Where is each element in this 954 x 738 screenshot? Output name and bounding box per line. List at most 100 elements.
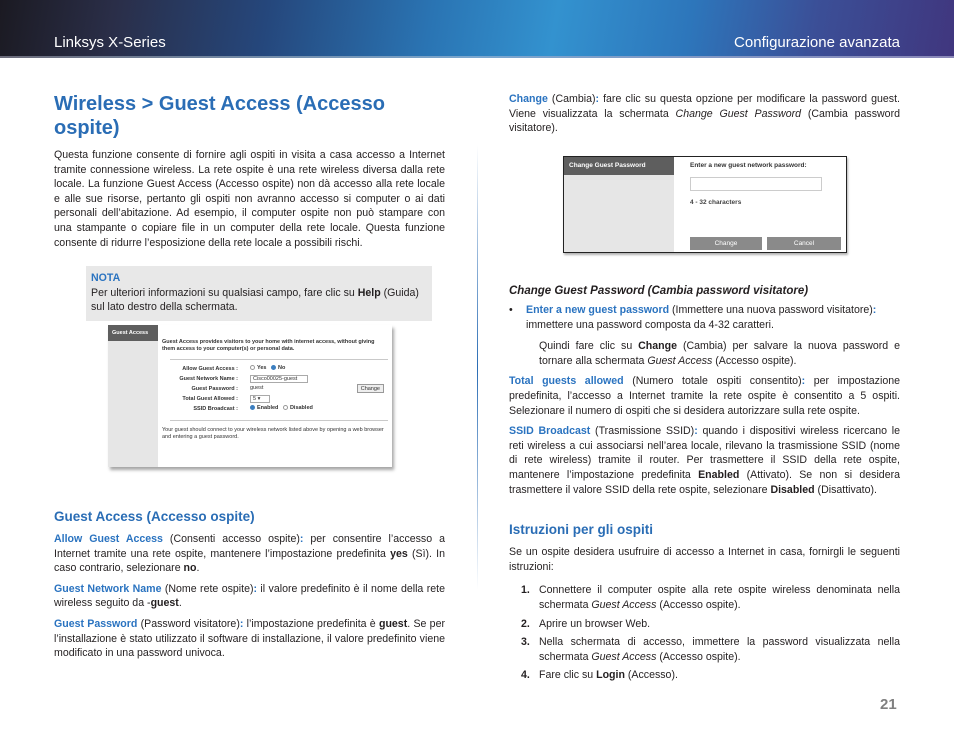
bold: no bbox=[183, 562, 197, 575]
guest-password-value: guest bbox=[250, 385, 264, 391]
text: . bbox=[196, 562, 200, 575]
paren: (Trasmissione SSID) bbox=[590, 425, 695, 438]
intro-paragraph: Questa funzione consente di fornire agli… bbox=[54, 149, 445, 249]
step-number: 1. bbox=[521, 584, 530, 597]
total-guest-label: Total Guest Allowed : bbox=[182, 396, 238, 402]
item-ssid-broadcast: SSID Broadcast (Trasmissione SSID): quan… bbox=[509, 424, 900, 497]
term: Guest Network Name bbox=[54, 582, 162, 595]
total-guest-select: 5 ▾ bbox=[250, 395, 270, 403]
password-length-hint: 4 - 32 characters bbox=[690, 199, 742, 206]
italic: Change Guest Password bbox=[675, 107, 802, 120]
screenshot-change-button: Change bbox=[690, 237, 762, 250]
term: Allow Guest Access bbox=[54, 533, 163, 545]
total-guest-value: 5 bbox=[253, 396, 257, 402]
screenshot-tab-change-guest-password: Change Guest Password bbox=[564, 157, 674, 175]
allow-guest-access-label: Allow Guest Access : bbox=[182, 366, 238, 372]
separator bbox=[170, 359, 388, 360]
paren: (Cambia) bbox=[547, 93, 596, 105]
guest-network-name-row: Guest Network Name : Cisco00025-guest bbox=[162, 374, 388, 384]
subsection-title-change-password: Change Guest Password (Cambia password v… bbox=[509, 285, 809, 297]
instructions-list: 1. Connettere il computer ospite alla ret… bbox=[509, 583, 900, 683]
section-title-instructions: Istruzioni per gli ospiti bbox=[509, 522, 654, 538]
text: (Disattivato). bbox=[814, 483, 877, 496]
step-number: 2. bbox=[521, 617, 530, 630]
ssid-broadcast-label: SSID Broadcast : bbox=[193, 406, 238, 412]
radio-yes bbox=[250, 365, 255, 371]
separator bbox=[170, 420, 388, 421]
paren: (Password visitatore) bbox=[137, 617, 240, 630]
list-item: 3. Nella schermata di accesso, immettere … bbox=[509, 635, 900, 664]
screenshot-footer: Your guest should connect to your wirele… bbox=[162, 427, 384, 440]
section-title-guest-access: Guest Access (Accesso ospite) bbox=[54, 509, 255, 524]
allow-guest-access-options: Yes No bbox=[250, 365, 285, 371]
page-title: Wireless > Guest Access (Accesso ospite) bbox=[54, 93, 385, 139]
text: (Accesso ospite). bbox=[656, 598, 741, 611]
guest-network-name-field-wrap: Cisco00025-guest bbox=[250, 375, 308, 383]
italic: Guest Access bbox=[591, 598, 657, 611]
item-guest-network-name: Guest Network Name (Nome rete ospite): i… bbox=[54, 582, 445, 611]
screenshot-tab-guest-access: Guest Access bbox=[108, 325, 158, 341]
change-guest-password-screenshot: Change Guest Password Enter a new guest … bbox=[563, 156, 847, 253]
new-password-input bbox=[690, 177, 822, 191]
paren: (Numero totale ospiti consentito) bbox=[623, 375, 802, 388]
bullet-enter-password: Enter a new guest password (Immettere un… bbox=[509, 303, 900, 332]
term: Enter a new guest password bbox=[526, 304, 670, 316]
bold: Enabled bbox=[698, 468, 740, 481]
item-allow-guest-access: Allow Guest Access (Consenti accesso osp… bbox=[54, 532, 445, 576]
radio-disabled-label: Disabled bbox=[289, 405, 313, 411]
product-series-title: Linksys X-Series bbox=[54, 34, 166, 51]
screenshot-cancel-button: Cancel bbox=[767, 237, 841, 250]
page-header: Linksys X-Series Configurazione avanzata bbox=[0, 0, 954, 58]
bold: Change bbox=[638, 340, 678, 353]
ssid-broadcast-row: SSID Broadcast : Enabled Disabled bbox=[162, 404, 388, 414]
text: . bbox=[178, 597, 182, 610]
bold: Disabled bbox=[770, 483, 815, 496]
new-password-label: Enter a new guest network password: bbox=[690, 162, 807, 169]
text: Fare clic su bbox=[539, 669, 597, 682]
guest-network-name-field: Cisco00025-guest bbox=[250, 375, 308, 383]
list-item: 1. Connettere il computer ospite alla ret… bbox=[509, 583, 900, 612]
text: l’impostazione predefinita è bbox=[243, 617, 379, 630]
instructions-intro: Se un ospite desidera usufruire di acces… bbox=[509, 546, 900, 573]
screenshot-content: Guest Access provides visitors to your h… bbox=[162, 339, 388, 441]
italic: Guest Access bbox=[591, 650, 657, 663]
change-password-button: Change bbox=[356, 384, 384, 393]
term: SSID Broadcast bbox=[509, 425, 591, 438]
colon: : bbox=[872, 304, 877, 316]
paren: (Nome rete ospite) bbox=[161, 582, 254, 595]
text: (Accesso ospite). bbox=[712, 354, 797, 367]
allow-guest-access-row: Allow Guest Access : Yes No bbox=[162, 364, 388, 374]
text: (Accesso). bbox=[624, 669, 678, 682]
ssid-broadcast-options: Enabled Disabled bbox=[250, 405, 313, 411]
total-guest-select-wrap: 5 ▾ bbox=[250, 395, 270, 403]
change-password-section: Change Guest Password (Cambia password v… bbox=[509, 283, 900, 687]
radio-disabled bbox=[282, 405, 288, 411]
term: Total guests allowed bbox=[509, 375, 624, 388]
chevron-down-icon: ▾ bbox=[257, 396, 261, 402]
note-help-bold: Help bbox=[357, 286, 381, 299]
chapter-title: Configurazione avanzata bbox=[734, 34, 900, 51]
right-column: Change (Cambia): fare clic su questa opz… bbox=[509, 92, 900, 136]
radio-no-selected bbox=[271, 365, 277, 371]
bold: guest bbox=[378, 617, 408, 630]
text: Aprire un browser Web. bbox=[539, 617, 651, 630]
total-guest-row: Total Guest Allowed : 5 ▾ bbox=[162, 394, 388, 404]
item-guest-password: Guest Password (Password visitatore): l’… bbox=[54, 617, 445, 661]
note-box: NOTA Per ulteriori informazioni su quals… bbox=[86, 266, 432, 321]
note-text-before: Per ulteriori informazioni su qualsiasi … bbox=[91, 286, 358, 299]
italic: Guest Access bbox=[647, 354, 713, 367]
screenshot-sidebar bbox=[108, 325, 158, 467]
paren: (Consenti accesso ospite) bbox=[162, 533, 300, 545]
radio-enabled-label: Enabled bbox=[257, 405, 279, 411]
paren: (Immettere una nuova password visitatore… bbox=[669, 304, 873, 316]
step-number: 3. bbox=[521, 636, 530, 649]
page-number: 21 bbox=[880, 696, 897, 713]
text: Quindi fare clic su bbox=[539, 340, 639, 353]
guest-access-section: Guest Access (Accesso ospite) Allow Gues… bbox=[54, 508, 445, 661]
bold: guest bbox=[150, 597, 179, 610]
list-item: 2. Aprire un browser Web. bbox=[509, 617, 900, 632]
radio-yes-label: Yes bbox=[257, 365, 267, 371]
list-item: 4. Fare clic su Login (Accesso). bbox=[509, 668, 900, 683]
column-divider bbox=[477, 145, 478, 590]
term: Guest Password bbox=[54, 617, 138, 630]
